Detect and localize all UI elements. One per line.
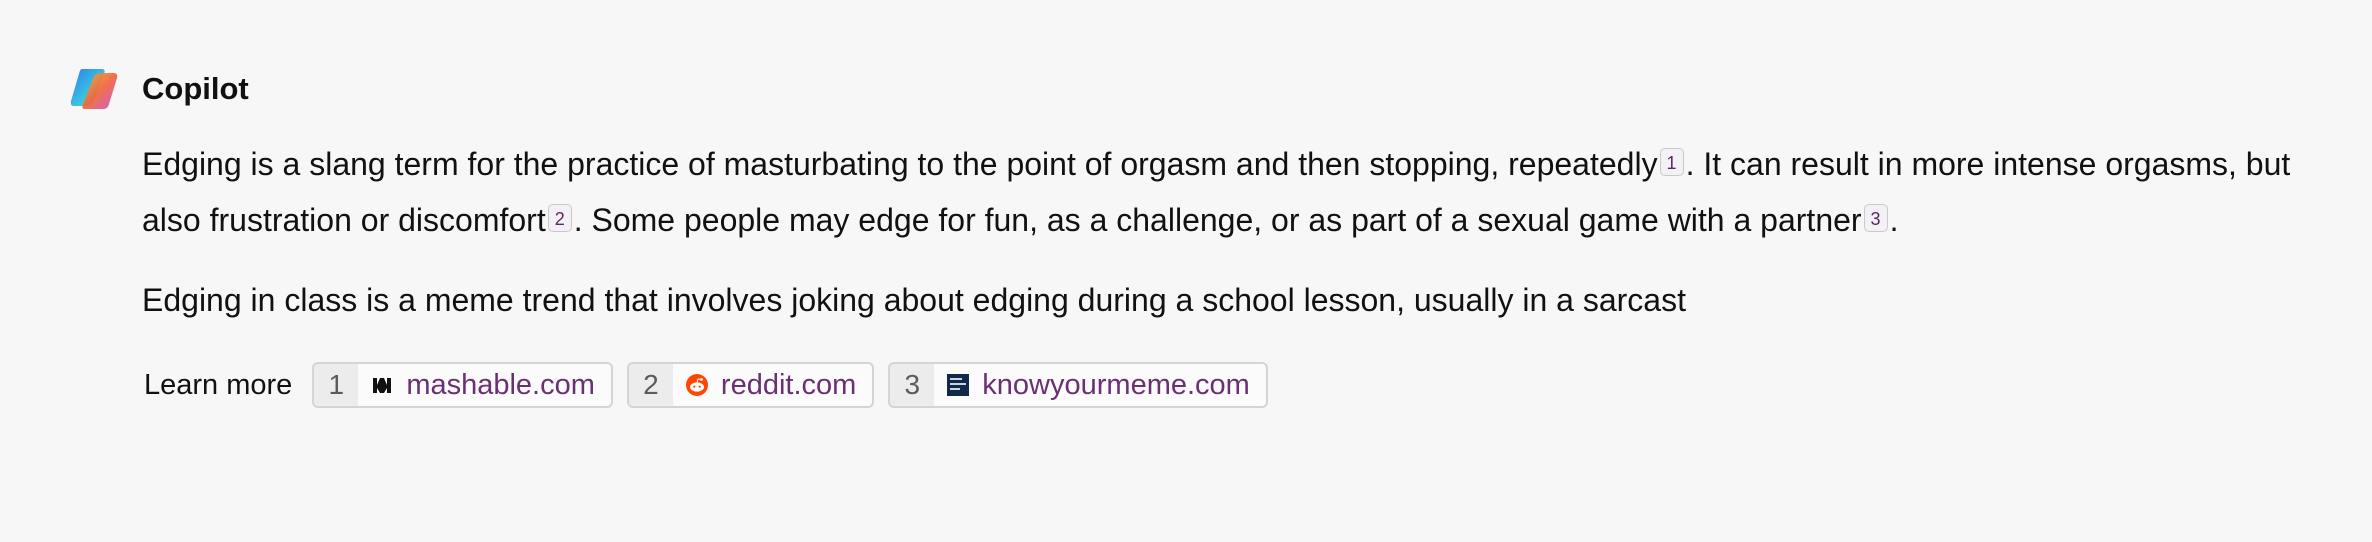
citation-badge-3[interactable]: 3 — [1863, 204, 1888, 232]
learn-more-bar: Learn more 1 mashable.com 2 reddit.com 3 — [144, 362, 1282, 408]
learn-more-label: Learn more — [144, 368, 293, 401]
knowyourmeme-icon — [946, 373, 970, 397]
response-text: Edging is a slang term for the practice … — [142, 146, 1658, 182]
copilot-header: Copilot — [68, 66, 249, 112]
response-paragraph-2: Edging in class is a meme trend that inv… — [142, 282, 1686, 318]
source-link-reddit[interactable]: 2 reddit.com — [626, 362, 875, 408]
source-domain: mashable.com — [406, 368, 595, 401]
source-domain: reddit.com — [720, 368, 857, 401]
citation-badge-1[interactable]: 1 — [1659, 148, 1684, 176]
source-link-mashable[interactable]: 1 mashable.com — [312, 362, 613, 408]
source-domain: knowyourmeme.com — [982, 368, 1250, 401]
source-link-knowyourmeme[interactable]: 3 knowyourmeme.com — [888, 362, 1268, 408]
copilot-response: Edging is a slang term for the practice … — [142, 136, 2332, 328]
response-text: . — [1889, 202, 1899, 238]
source-number: 3 — [890, 364, 935, 406]
source-number: 2 — [628, 364, 673, 406]
mashable-icon — [370, 373, 394, 397]
response-paragraph-1: Edging is a slang term for the practice … — [142, 136, 2332, 248]
source-number: 1 — [314, 364, 359, 406]
reddit-icon — [685, 373, 709, 397]
citation-badge-2[interactable]: 2 — [547, 204, 572, 232]
response-text: . Some people may edge for fun, as a cha… — [573, 202, 1862, 238]
app-name: Copilot — [142, 71, 249, 106]
copilot-logo-icon — [70, 69, 118, 109]
